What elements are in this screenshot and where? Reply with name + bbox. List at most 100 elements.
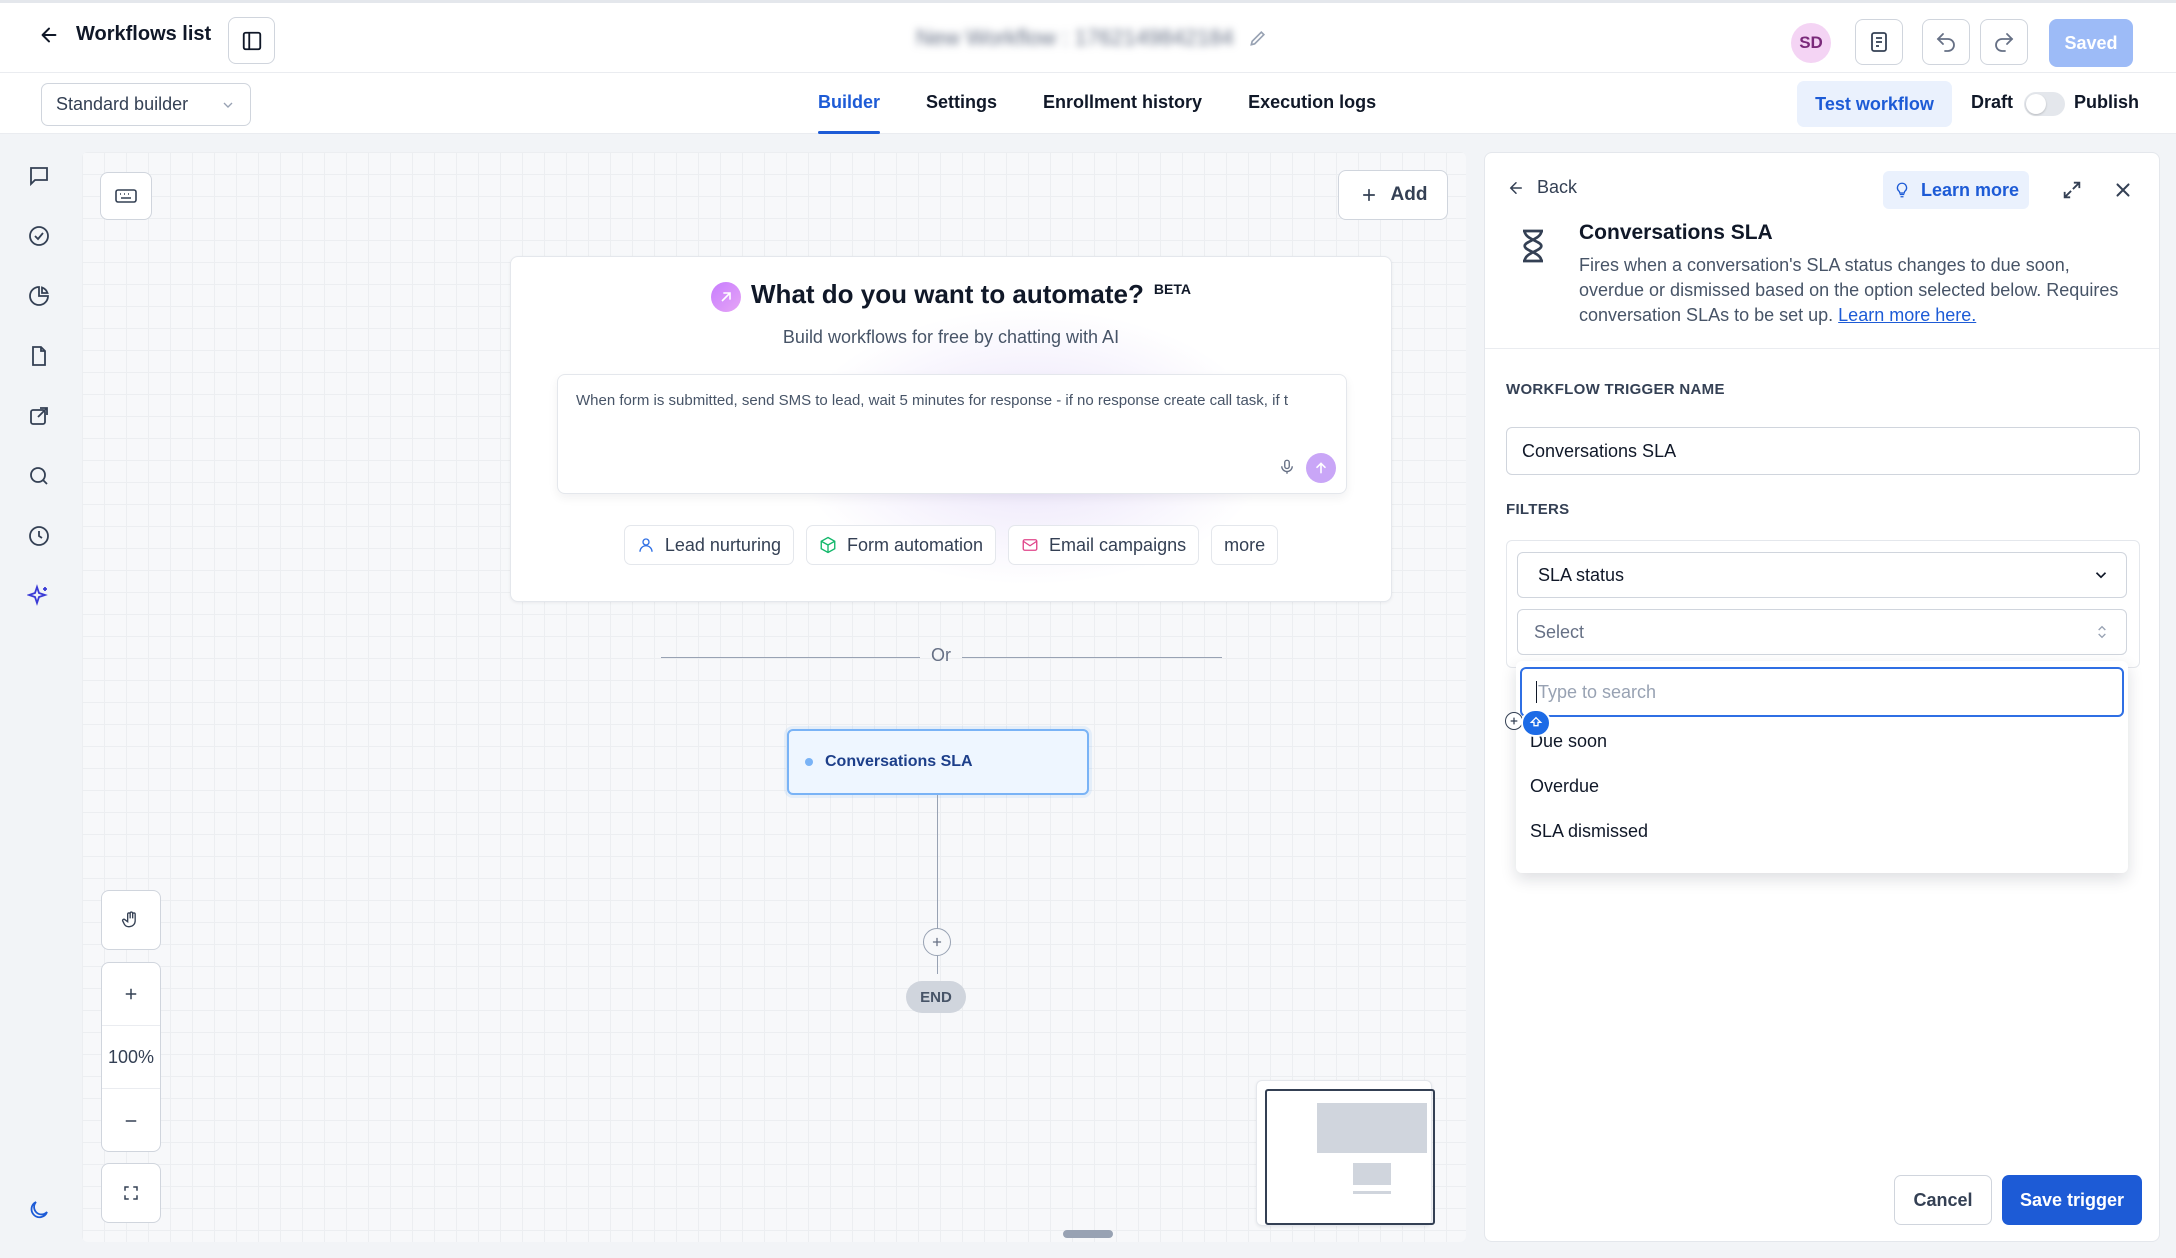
connector-line bbox=[937, 956, 938, 974]
redo-icon bbox=[1992, 30, 2016, 54]
pie-chart-icon[interactable] bbox=[25, 282, 53, 310]
ai-title: What do you want to automate? bbox=[751, 279, 1144, 309]
trigger-title: Conversations SLA bbox=[1579, 221, 1773, 244]
zoom-level: 100% bbox=[102, 1026, 160, 1089]
tab-enrollment-history[interactable]: Enrollment history bbox=[1043, 73, 1202, 134]
hand-icon bbox=[121, 910, 141, 930]
pan-mode-button[interactable] bbox=[101, 890, 161, 950]
learn-more-link[interactable]: Learn more here. bbox=[1838, 305, 1976, 325]
workflows-list-label: Workflows list bbox=[76, 23, 212, 45]
filters-label: FILTERS bbox=[1506, 501, 1570, 518]
workflow-title-text: New Workflow : 1762149842184 bbox=[916, 25, 1234, 50]
moon-icon[interactable] bbox=[25, 1196, 53, 1224]
tab-execution-logs[interactable]: Execution logs bbox=[1248, 73, 1376, 134]
cancel-button[interactable]: Cancel bbox=[1894, 1175, 1992, 1225]
tab-builder[interactable]: Builder bbox=[818, 73, 881, 134]
toggle-knob bbox=[2026, 94, 2046, 114]
text-caret bbox=[1536, 681, 1537, 703]
sidebar-toggle-button[interactable] bbox=[228, 17, 275, 64]
zoom-in-button[interactable] bbox=[102, 963, 160, 1026]
pencil-icon[interactable] bbox=[1248, 28, 1268, 48]
add-button[interactable]: Add bbox=[1338, 170, 1448, 220]
main-tabs: Builder Settings Enrollment history Exec… bbox=[818, 73, 1376, 134]
option-sla-dismissed[interactable]: SLA dismissed bbox=[1530, 821, 1648, 842]
trigger-node[interactable]: Conversations SLA bbox=[787, 729, 1089, 795]
ai-builder-card: What do you want to automate? BETA Build… bbox=[510, 256, 1392, 602]
panel-back-button[interactable]: Back bbox=[1507, 177, 1577, 198]
keyboard-icon bbox=[114, 184, 138, 208]
ai-prompt-input[interactable]: When form is submitted, send SMS to lead… bbox=[557, 374, 1347, 494]
plus-icon bbox=[122, 985, 140, 1003]
expand-icon bbox=[122, 1184, 140, 1202]
chip-label: Form automation bbox=[846, 534, 984, 555]
minimap-viewport[interactable] bbox=[1265, 1089, 1435, 1225]
option-overdue[interactable]: Overdue bbox=[1530, 776, 1599, 797]
chip-form-automation[interactable]: Form automation bbox=[805, 525, 997, 565]
trigger-dot bbox=[805, 758, 813, 766]
ai-prompt-text: When form is submitted, send SMS to lead… bbox=[576, 392, 1288, 409]
suggestion-chips: Lead nurturing Form automation Email cam… bbox=[511, 525, 1391, 565]
lightbulb-icon bbox=[1893, 181, 1911, 199]
sidebar-panel-icon bbox=[241, 30, 263, 52]
microphone-icon[interactable] bbox=[1278, 457, 1296, 477]
external-link-icon[interactable] bbox=[25, 402, 53, 430]
minimap[interactable] bbox=[1256, 1080, 1435, 1226]
redo-button[interactable] bbox=[1980, 19, 2028, 65]
filter-value-select[interactable]: Select bbox=[1517, 609, 2127, 655]
send-button[interactable] bbox=[1306, 453, 1336, 483]
filter-field-select[interactable]: SLA status bbox=[1517, 552, 2127, 598]
publish-label: Publish bbox=[2074, 92, 2140, 112]
ai-logo-icon bbox=[711, 282, 742, 312]
add-label: Add bbox=[1390, 184, 1428, 205]
tab-settings[interactable]: Settings bbox=[926, 73, 997, 134]
chip-email-campaigns[interactable]: Email campaigns bbox=[1008, 525, 1200, 565]
check-circle-icon[interactable] bbox=[25, 222, 53, 250]
trigger-node-label: Conversations SLA bbox=[825, 753, 973, 770]
test-workflow-button[interactable]: Test workflow bbox=[1797, 81, 1952, 127]
chip-more[interactable]: more bbox=[1211, 525, 1279, 565]
chevron-down-icon bbox=[2092, 566, 2110, 584]
save-trigger-button[interactable]: Save trigger bbox=[2002, 1175, 2142, 1225]
document-icon[interactable] bbox=[25, 342, 53, 370]
back-label: Back bbox=[1537, 177, 1578, 197]
keyboard-shortcuts-button[interactable] bbox=[100, 172, 152, 220]
sparkles-icon[interactable] bbox=[25, 582, 53, 610]
divider-left bbox=[661, 657, 920, 658]
left-nav bbox=[0, 134, 80, 1258]
workflow-title[interactable]: New Workflow : 1762149842184 bbox=[916, 25, 1268, 51]
search-icon[interactable] bbox=[25, 462, 53, 490]
fit-view-button[interactable] bbox=[101, 1163, 161, 1223]
expand-panel-button[interactable] bbox=[2057, 175, 2087, 205]
trigger-name-label: WORKFLOW TRIGGER NAME bbox=[1506, 381, 1725, 398]
divider-right bbox=[962, 657, 1222, 658]
scroll-handle[interactable] bbox=[1063, 1230, 1113, 1238]
minus-icon bbox=[122, 1112, 140, 1130]
add-step-button[interactable] bbox=[923, 928, 951, 956]
publish-toggle[interactable] bbox=[2024, 92, 2065, 116]
connector-line bbox=[937, 795, 938, 945]
history-icon[interactable] bbox=[25, 522, 53, 550]
dropdown-search-input[interactable]: Type to search bbox=[1520, 667, 2124, 717]
undo-button[interactable] bbox=[1922, 19, 1970, 65]
zoom-out-button[interactable] bbox=[102, 1089, 160, 1152]
close-panel-button[interactable] bbox=[2108, 175, 2138, 205]
builder-mode-select[interactable]: Standard builder bbox=[41, 83, 251, 126]
learn-more-button[interactable]: Learn more bbox=[1883, 171, 2029, 209]
chip-lead-nurturing[interactable]: Lead nurturing bbox=[623, 525, 794, 565]
end-node: END bbox=[906, 981, 966, 1013]
top-bar: Workflows list New Workflow : 1762149842… bbox=[0, 0, 2176, 73]
workflows-list-back-button[interactable]: Workflows list bbox=[38, 23, 211, 46]
chat-icon[interactable] bbox=[25, 162, 53, 190]
filter-value-dropdown: Type to search Due soon Overdue SLA dism… bbox=[1516, 661, 2128, 873]
saved-button[interactable]: Saved bbox=[2049, 19, 2133, 67]
filter-field-value: SLA status bbox=[1538, 564, 1625, 585]
notes-button[interactable] bbox=[1855, 19, 1903, 65]
trigger-name-input[interactable]: Conversations SLA bbox=[1506, 427, 2140, 475]
chevron-down-icon bbox=[220, 97, 236, 113]
arrow-left-icon bbox=[1507, 179, 1525, 197]
filter-value-placeholder: Select bbox=[1534, 621, 1585, 642]
builder-mode-value: Standard builder bbox=[56, 94, 189, 114]
trigger-name-value: Conversations SLA bbox=[1522, 440, 1677, 461]
workflow-canvas[interactable]: Add What do you want to automate? BETA B… bbox=[82, 152, 1466, 1242]
user-avatar[interactable]: SD bbox=[1791, 23, 1831, 63]
